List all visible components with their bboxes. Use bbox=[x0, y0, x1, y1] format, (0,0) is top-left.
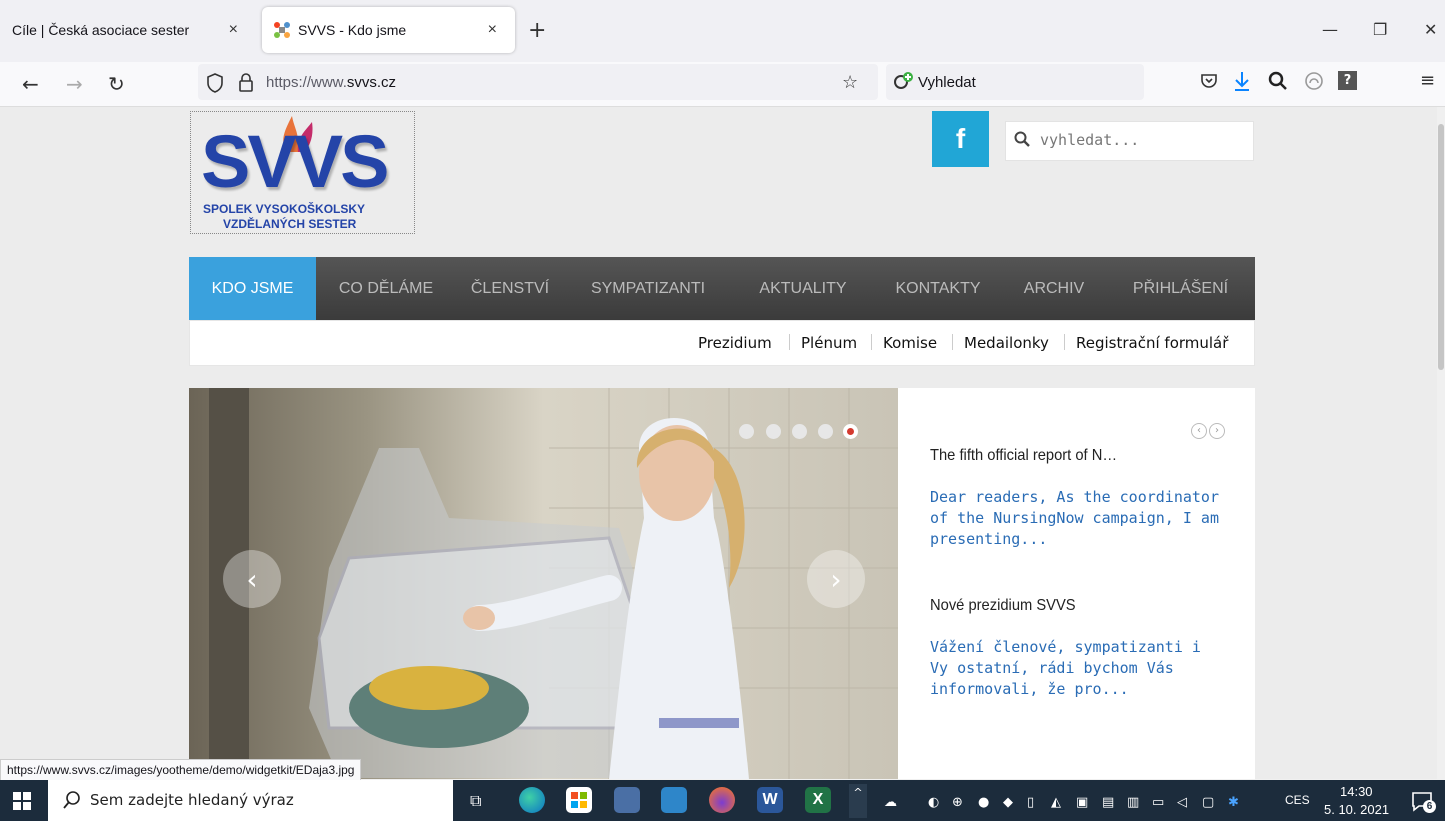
language-indicator[interactable]: CES bbox=[1285, 793, 1310, 807]
nav-kdo-jsme[interactable]: KDO JSME bbox=[189, 257, 316, 320]
joomla-favicon-icon bbox=[272, 21, 292, 39]
clock-date[interactable]: 5. 10. 2021 bbox=[1324, 802, 1389, 817]
scrollbar-thumb[interactable] bbox=[1438, 124, 1444, 370]
search-engine-icon bbox=[893, 70, 915, 96]
nav-clenstvi[interactable]: ČLENSTVÍ bbox=[456, 257, 564, 320]
reload-button[interactable]: ↻ bbox=[108, 72, 125, 96]
subnav-registracni-formular[interactable]: Registrační formulář bbox=[1076, 334, 1228, 352]
pocket-icon[interactable] bbox=[1200, 72, 1218, 94]
tray-app-icon[interactable]: ▯ bbox=[1027, 795, 1034, 810]
windows-start-icon[interactable] bbox=[13, 792, 31, 814]
bluetooth-icon[interactable]: ✱ bbox=[1228, 795, 1239, 810]
search-icon bbox=[1014, 131, 1030, 151]
notification-count-badge: 6 bbox=[1423, 800, 1436, 813]
network-icon[interactable]: ▭ bbox=[1152, 795, 1164, 810]
tray-app-icon[interactable]: ▤ bbox=[1102, 795, 1114, 810]
subnav-komise[interactable]: Komise bbox=[883, 334, 937, 352]
volume-icon[interactable]: ◁ bbox=[1177, 795, 1187, 810]
app-icon[interactable] bbox=[661, 787, 687, 813]
slider-image[interactable] bbox=[189, 388, 898, 779]
tray-expand-icon[interactable]: ^ bbox=[849, 784, 867, 818]
nav-kontakty[interactable]: KONTAKTY bbox=[874, 257, 1002, 320]
slider-dot-4[interactable] bbox=[818, 424, 833, 439]
news-item-title[interactable]: Nové prezidium SVVS bbox=[930, 597, 1076, 615]
lock-icon[interactable] bbox=[238, 73, 254, 97]
browser-search-input[interactable]: Vyhledat bbox=[918, 74, 976, 91]
tab-cile[interactable]: Cíle | Česká asociace sester × bbox=[6, 7, 256, 53]
main-navigation: KDO JSME CO DĚLÁME ČLENSTVÍ SYMPATIZANTI… bbox=[189, 257, 1255, 320]
word-icon[interactable]: W bbox=[757, 787, 783, 813]
slider-prev-button[interactable]: ‹ bbox=[223, 550, 281, 608]
subnav-separator bbox=[1064, 334, 1065, 350]
new-tab-button[interactable]: + bbox=[528, 18, 546, 43]
clock-time[interactable]: 14:30 bbox=[1340, 784, 1373, 799]
site-search-placeholder: vyhledat... bbox=[1040, 131, 1140, 149]
subnav-prezidium[interactable]: Prezidium bbox=[698, 334, 772, 352]
logo-text: SVVS bbox=[201, 120, 389, 203]
active-dot-marker bbox=[847, 428, 854, 435]
download-icon[interactable] bbox=[1232, 70, 1252, 96]
tray-app-icon[interactable]: ▣ bbox=[1076, 795, 1088, 810]
logo-subtitle-line1: SPOLEK VYSOKOŠKOLSKY bbox=[203, 202, 366, 216]
display-icon[interactable]: ▢ bbox=[1202, 795, 1214, 810]
news-item-title[interactable]: The fifth official report of N… bbox=[930, 447, 1117, 465]
extension-headphones-icon[interactable] bbox=[1304, 71, 1324, 95]
tray-app-icon[interactable]: ● bbox=[978, 795, 989, 810]
tab-svvs[interactable]: SVVS - Kdo jsme × bbox=[262, 7, 515, 53]
onedrive-icon[interactable]: ☁ bbox=[884, 795, 897, 810]
slider-next-button[interactable]: › bbox=[807, 550, 865, 608]
slider-dot-5-active[interactable] bbox=[843, 424, 858, 439]
nav-prihlaseni[interactable]: PŘIHLÁŠENÍ bbox=[1106, 257, 1255, 320]
bookmark-star-icon[interactable]: ☆ bbox=[842, 72, 858, 93]
tray-app-icon[interactable]: ⊕ bbox=[952, 795, 963, 810]
restore-button[interactable]: ❐ bbox=[1373, 20, 1387, 39]
firefox-icon[interactable] bbox=[709, 787, 735, 813]
news-item-text[interactable]: Dear readers, As the coordinator of the … bbox=[930, 487, 1220, 550]
task-view-icon[interactable]: ⧉ bbox=[470, 791, 481, 811]
nav-sympatizanti[interactable]: SYMPATIZANTI bbox=[564, 257, 732, 320]
tab-title: SVVS - Kdo jsme bbox=[298, 22, 407, 38]
url-text[interactable]: https://www.svvs.cz bbox=[266, 74, 396, 91]
slider-dot-3[interactable] bbox=[792, 424, 807, 439]
close-window-button[interactable]: ✕ bbox=[1424, 20, 1437, 39]
tab-close-icon[interactable]: × bbox=[488, 21, 497, 39]
news-item-text[interactable]: Vážení členové, sympatizanti i Vy ostatn… bbox=[930, 637, 1220, 700]
excel-icon[interactable]: X bbox=[805, 787, 831, 813]
subnav-plenum[interactable]: Plénum bbox=[801, 334, 857, 352]
facebook-button[interactable]: f bbox=[932, 111, 989, 167]
status-bar-url: https://www.svvs.cz/images/yootheme/demo… bbox=[0, 759, 362, 782]
subnav-separator bbox=[871, 334, 872, 350]
news-next-button[interactable]: › bbox=[1209, 423, 1225, 439]
tray-app-icon[interactable]: ▥ bbox=[1127, 795, 1139, 810]
forward-button[interactable]: → bbox=[66, 72, 83, 96]
site-logo[interactable]: SVVS SPOLEK VYSOKOŠKOLSKY VZDĚLANÝCH SES… bbox=[190, 111, 415, 234]
subnav-medailonky[interactable]: Medailonky bbox=[964, 334, 1049, 352]
tab-close-icon[interactable]: × bbox=[229, 21, 238, 39]
subnav-separator bbox=[789, 334, 790, 350]
minimize-button[interactable]: — bbox=[1322, 20, 1338, 39]
extension-search-icon[interactable] bbox=[1268, 71, 1288, 95]
calculator-icon[interactable] bbox=[614, 787, 640, 813]
store-icon[interactable] bbox=[566, 787, 592, 813]
edge-icon[interactable] bbox=[519, 787, 545, 813]
taskbar-search-placeholder: Sem zadejte hledaný výraz bbox=[90, 791, 294, 809]
shield-icon[interactable] bbox=[206, 73, 224, 97]
menu-icon[interactable]: ≡ bbox=[1420, 70, 1435, 91]
nav-aktuality[interactable]: AKTUALITY bbox=[732, 257, 874, 320]
logo-subtitle-line2: VZDĚLANÝCH SESTER bbox=[223, 217, 357, 231]
subnav-separator bbox=[952, 334, 953, 350]
tray-app-icon[interactable]: ◆ bbox=[1003, 795, 1013, 810]
nav-archiv[interactable]: ARCHIV bbox=[1002, 257, 1106, 320]
tray-app-icon[interactable]: ◭ bbox=[1051, 795, 1061, 810]
extension-help-icon[interactable]: ? bbox=[1338, 71, 1357, 90]
taskbar-search-icon bbox=[62, 790, 82, 814]
nav-co-delame[interactable]: CO DĚLÁME bbox=[316, 257, 456, 320]
back-button[interactable]: ← bbox=[22, 72, 39, 96]
slider-dot-1[interactable] bbox=[739, 424, 754, 439]
tab-title: Cíle | Česká asociace sester bbox=[12, 22, 190, 38]
slider-dot-2[interactable] bbox=[766, 424, 781, 439]
tray-app-icon[interactable]: ◐ bbox=[928, 795, 939, 810]
news-prev-button[interactable]: ‹ bbox=[1191, 423, 1207, 439]
